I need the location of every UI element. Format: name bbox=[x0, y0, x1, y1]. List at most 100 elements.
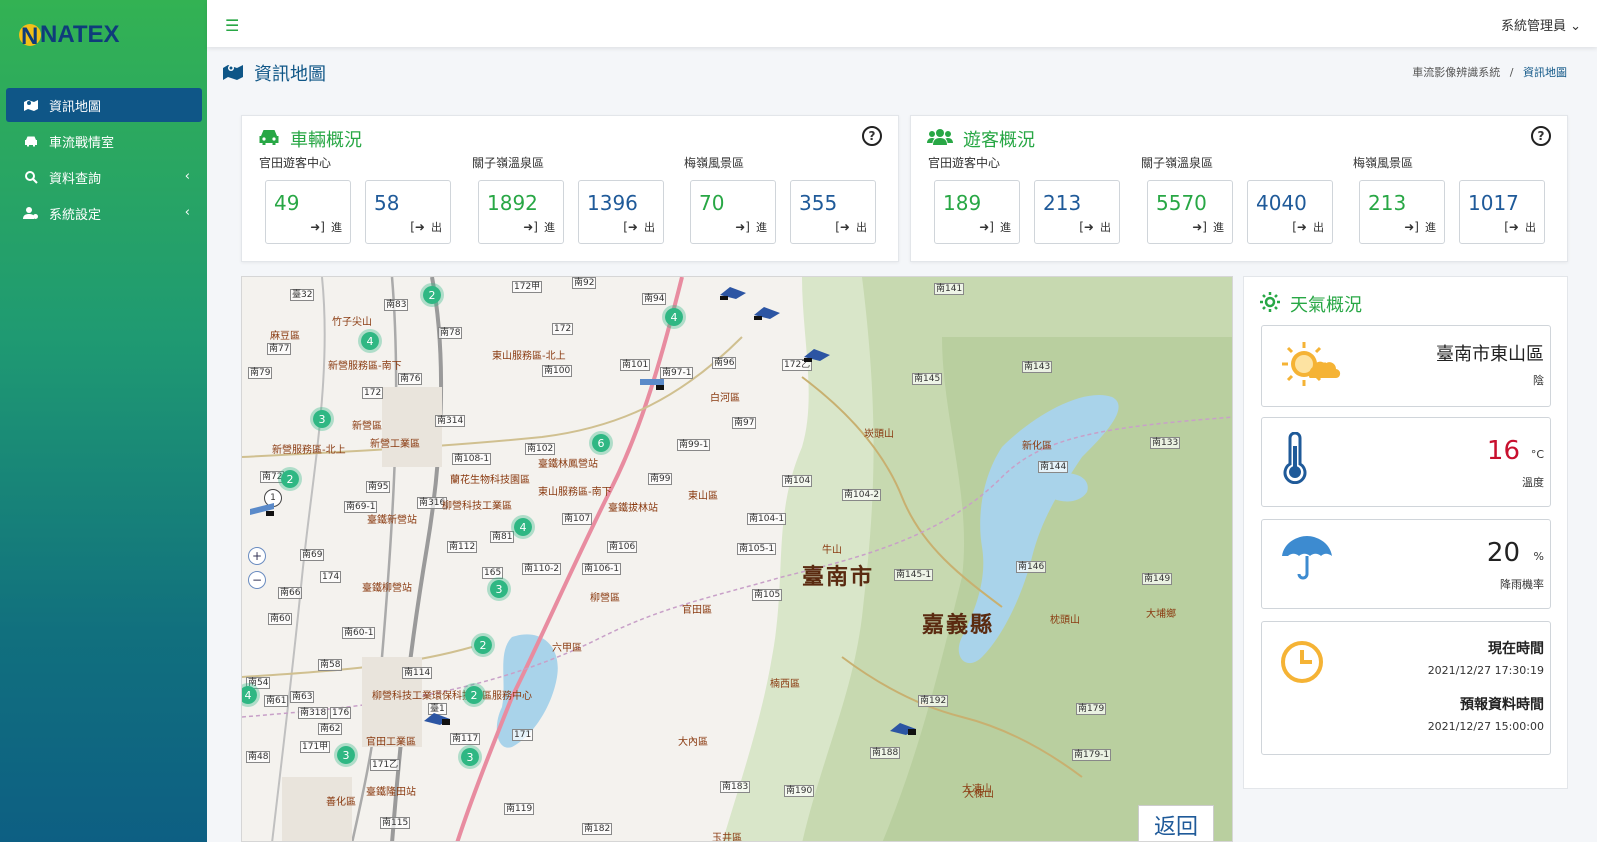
marker-cluster[interactable]: 3 bbox=[310, 407, 334, 431]
road-label: 南104 bbox=[782, 475, 813, 487]
sidebar-item-label: 資料查詢 bbox=[49, 171, 102, 187]
marker-cluster[interactable]: 2 bbox=[278, 467, 302, 491]
info-map[interactable]: 臺32 南83 南78 南77 南76 172甲 南92 南94 172 南10… bbox=[241, 276, 1233, 842]
map-icon bbox=[22, 98, 40, 112]
camera-icon[interactable] bbox=[718, 285, 748, 301]
road-label: 南63 bbox=[290, 691, 315, 703]
marker-cluster[interactable]: 2 bbox=[462, 683, 486, 707]
zoom-out-button[interactable]: − bbox=[248, 571, 266, 589]
sidebar-item-info-map[interactable]: 資訊地圖 bbox=[6, 88, 202, 122]
marker-cluster[interactable]: 4 bbox=[511, 515, 535, 539]
breadcrumb-link-system[interactable]: 車流影像辨識系統 bbox=[1412, 66, 1500, 79]
place-label: 麻豆區 bbox=[270, 331, 300, 342]
zoom-controls: + − bbox=[248, 547, 270, 595]
road-label: 南92 bbox=[572, 277, 597, 289]
breadcrumb-separator: / bbox=[1509, 66, 1514, 79]
road-label: 南60 bbox=[268, 613, 293, 625]
place-label: 崁頭山 bbox=[864, 429, 894, 440]
road-label: 南79 bbox=[248, 367, 273, 379]
camera-icon[interactable] bbox=[638, 375, 668, 391]
road-label: 南183 bbox=[720, 781, 751, 793]
help-icon[interactable]: ? bbox=[1531, 126, 1551, 146]
place-label: 六甲區 bbox=[552, 643, 582, 654]
stat-label: [➜ 出 bbox=[1292, 220, 1324, 234]
place-label: 牛山 bbox=[822, 545, 842, 556]
hamburger-menu-icon[interactable]: ☰ bbox=[225, 16, 239, 35]
current-time-value: 2021/12/27 17:30:19 bbox=[1427, 664, 1544, 677]
user-menu[interactable]: 系統管理員 ⌄ bbox=[1501, 15, 1581, 34]
stat-box-out: 1396 [➜ 出 bbox=[578, 180, 664, 244]
sign-in-icon: ➜] bbox=[979, 220, 994, 234]
city-label-tainan: 臺南市 bbox=[802, 565, 875, 590]
zoom-in-button[interactable]: + bbox=[248, 547, 266, 565]
umbrella-icon bbox=[1282, 536, 1332, 580]
road-label: 南145-1 bbox=[894, 569, 934, 581]
card-title: 天氣概況 bbox=[1260, 291, 1362, 317]
marker-cluster[interactable]: 3 bbox=[458, 745, 482, 769]
partly-cloudy-icon bbox=[1282, 342, 1341, 386]
road-label: 南108-1 bbox=[452, 453, 492, 465]
road-label: 南78 bbox=[438, 327, 463, 339]
camera-icon[interactable] bbox=[802, 347, 832, 363]
marker-cluster[interactable]: 6 bbox=[589, 431, 613, 455]
place-label: 新營服務區-北上 bbox=[272, 445, 346, 456]
rain-probability-value: 20 bbox=[1486, 538, 1520, 568]
stat-label: ➜] 進 bbox=[1404, 220, 1436, 234]
road-label: 南105 bbox=[752, 589, 783, 601]
camera-icon[interactable] bbox=[422, 711, 452, 727]
sidebar: N NATEX 資訊地圖 車流戰情室 資料查詢 ‹ 系統設定 ‹ bbox=[0, 0, 207, 842]
card-title: 車輛概況 bbox=[258, 126, 362, 152]
marker-cluster[interactable]: 4 bbox=[662, 305, 686, 329]
stat-value: 70 bbox=[699, 191, 725, 215]
weather-condition: 陰 bbox=[1533, 374, 1544, 387]
stat-value: 49 bbox=[274, 191, 300, 215]
road-label: 176 bbox=[330, 707, 352, 719]
place-label: 臺鐵拔林站 bbox=[608, 503, 658, 514]
road-label: 174 bbox=[320, 571, 342, 583]
chevron-down-icon: ⌄ bbox=[1570, 19, 1581, 34]
road-label: 南94 bbox=[642, 293, 667, 305]
marker-cluster[interactable]: 2 bbox=[420, 283, 444, 307]
camera-icon[interactable] bbox=[248, 501, 278, 517]
chevron-left-icon: ‹ bbox=[184, 205, 190, 220]
car-icon bbox=[22, 135, 40, 147]
place-label: 臺鐵柳營站 bbox=[362, 583, 412, 594]
road-label: 南76 bbox=[398, 373, 423, 385]
place-label: 大棟山 bbox=[964, 789, 994, 800]
card-title-text: 車輛概況 bbox=[290, 130, 362, 151]
stat-label: ➜] 進 bbox=[523, 220, 555, 234]
natex-logo[interactable]: N NATEX bbox=[18, 18, 128, 52]
place-label: 柳營科技工業區 bbox=[442, 501, 512, 512]
sign-in-icon: ➜] bbox=[1404, 220, 1419, 234]
place-label: 大埔鄉 bbox=[1146, 609, 1176, 620]
road-label: 南190 bbox=[784, 785, 815, 797]
place-label: 玉井區 bbox=[712, 833, 742, 842]
stat-label: [➜ 出 bbox=[623, 220, 655, 234]
marker-cluster[interactable]: 2 bbox=[471, 633, 495, 657]
road-label: 171 bbox=[512, 729, 534, 741]
road-label: 南182 bbox=[582, 823, 613, 835]
road-label: 南188 bbox=[870, 747, 901, 759]
camera-icon[interactable] bbox=[888, 721, 918, 737]
return-button[interactable]: 返回 bbox=[1138, 805, 1214, 841]
city-label-chiayi: 嘉義縣 bbox=[922, 613, 995, 638]
current-time-label: 現在時間 bbox=[1488, 641, 1544, 657]
place-label: 新營區 bbox=[352, 421, 382, 432]
marker-cluster[interactable]: 3 bbox=[487, 577, 511, 601]
thermometer-icon bbox=[1283, 432, 1307, 484]
camera-icon[interactable] bbox=[752, 305, 782, 321]
card-title-text: 遊客概況 bbox=[963, 130, 1035, 151]
road-label: 南133 bbox=[1150, 437, 1181, 449]
sidebar-item-traffic-room[interactable]: 車流戰情室 bbox=[6, 124, 202, 158]
map-icon bbox=[222, 62, 244, 85]
road-label: 南145 bbox=[912, 373, 943, 385]
stat-box-out: 1017 [➜ 出 bbox=[1459, 180, 1545, 244]
rain-probability-label: 降雨機率 bbox=[1500, 578, 1544, 591]
weather-rain-box: 20 % 降雨機率 bbox=[1261, 519, 1551, 609]
marker-cluster[interactable]: 3 bbox=[334, 743, 358, 767]
stat-box-out: 4040 [➜ 出 bbox=[1247, 180, 1333, 244]
help-icon[interactable]: ? bbox=[862, 126, 882, 146]
marker-cluster[interactable]: 4 bbox=[358, 329, 382, 353]
sidebar-item-data-query[interactable]: 資料查詢 ‹ bbox=[6, 160, 202, 194]
sidebar-item-system-settings[interactable]: 系統設定 ‹ bbox=[6, 196, 202, 230]
